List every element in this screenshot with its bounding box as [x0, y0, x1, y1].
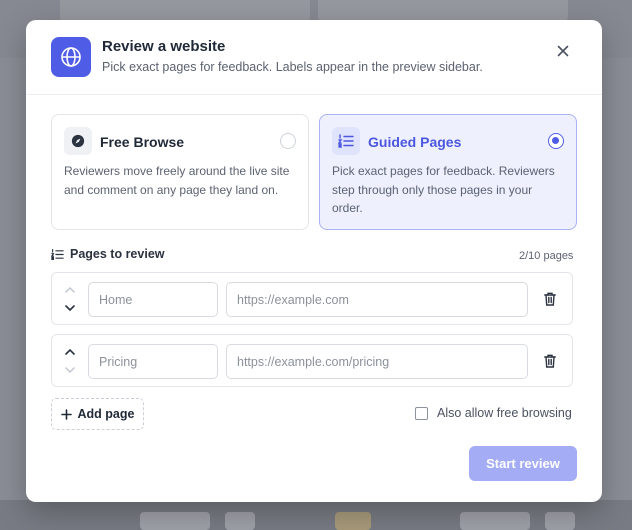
add-page-label: Add page	[77, 407, 135, 421]
move-down-button[interactable]	[63, 302, 77, 314]
background-chip	[460, 512, 530, 530]
compass-icon	[64, 127, 92, 155]
page-row	[51, 334, 573, 387]
background-chip	[225, 512, 255, 530]
modal-title: Review a website	[102, 38, 226, 55]
trash-icon	[544, 354, 556, 368]
reorder-controls	[63, 284, 77, 314]
ordered-list-icon	[332, 127, 360, 155]
close-button[interactable]	[554, 42, 572, 60]
move-down-button[interactable]	[63, 364, 77, 376]
move-up-button[interactable]	[63, 346, 77, 358]
background-chip	[545, 512, 575, 530]
mode-guided-title: Guided Pages	[368, 134, 462, 150]
page-url-input[interactable]	[226, 344, 528, 379]
pages-count: 2/10 pages	[519, 250, 574, 262]
page-row	[51, 272, 573, 325]
allow-free-browsing-option[interactable]: Also allow free browsing	[415, 406, 572, 420]
ordered-list-icon	[51, 248, 64, 260]
delete-page-button[interactable]	[543, 353, 557, 369]
mode-guided-pages[interactable]: Guided Pages Pick exact pages for feedba…	[319, 114, 577, 230]
mode-free-title: Free Browse	[100, 134, 185, 150]
background-chip	[140, 512, 210, 530]
close-icon	[557, 45, 569, 57]
mode-free-radio[interactable]	[280, 133, 296, 149]
mode-guided-radio[interactable]	[548, 133, 564, 149]
add-page-button[interactable]: Add page	[51, 398, 144, 430]
page-label-input[interactable]	[88, 344, 218, 379]
mode-free-description: Reviewers move freely around the live si…	[64, 164, 290, 197]
trash-icon	[544, 292, 556, 306]
chevron-up-icon	[65, 349, 75, 355]
delete-page-button[interactable]	[543, 291, 557, 307]
globe-icon	[51, 37, 91, 77]
modal-header: Review a website Pick exact pages for fe…	[26, 20, 602, 95]
allow-free-browsing-label: Also allow free browsing	[437, 406, 572, 420]
mode-guided-description: Pick exact pages for feedback. Reviewers…	[332, 164, 555, 215]
move-up-button[interactable]	[63, 284, 77, 296]
chevron-down-icon	[65, 305, 75, 311]
background-footer	[0, 500, 632, 530]
background-chip	[335, 512, 371, 530]
pages-section-title: Pages to review	[70, 247, 165, 261]
review-website-modal: Review a website Pick exact pages for fe…	[26, 20, 602, 502]
pages-section-header: Pages to review	[51, 247, 165, 261]
reorder-controls	[63, 346, 77, 376]
modal-subtitle: Pick exact pages for feedback. Labels ap…	[102, 60, 483, 74]
page-label-input[interactable]	[88, 282, 218, 317]
mode-free-browse[interactable]: Free Browse Reviewers move freely around…	[51, 114, 309, 230]
page-url-input[interactable]	[226, 282, 528, 317]
chevron-down-icon	[65, 367, 75, 373]
chevron-up-icon	[65, 287, 75, 293]
start-review-button[interactable]: Start review	[469, 446, 577, 481]
plus-icon	[60, 408, 72, 420]
allow-free-browsing-checkbox[interactable]	[415, 406, 428, 420]
